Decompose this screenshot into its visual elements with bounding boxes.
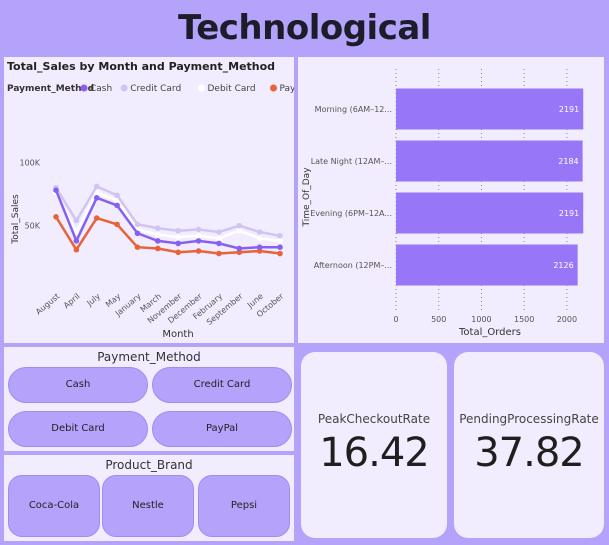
slicer-option-nestle[interactable]: Nestle (102, 475, 194, 537)
bar-chart-panel: 0 500 1000 1500 2000 2191 Morning (6AM–12... 21… (298, 57, 604, 343)
bar-value-label: 2126 (553, 261, 573, 270)
payment-method-slicer: Payment_Method Cash Credit Card Debit Ca… (4, 347, 294, 451)
slicer-option-paypal[interactable]: PayPal (152, 411, 292, 447)
data-point (134, 230, 141, 237)
x-tick-label: August (34, 292, 61, 317)
y-axis-title: Time_Of_Day (302, 167, 312, 228)
data-point (53, 214, 59, 220)
x-tick-label: 1000 (471, 315, 491, 324)
y-tick-label: 100K (19, 158, 40, 167)
y-tick-label: 50K (25, 222, 41, 231)
x-tick-label: April (62, 292, 82, 311)
data-point (175, 240, 181, 247)
y-tick-label: Morning (6AM–12... (315, 105, 392, 114)
data-point (93, 183, 100, 190)
x-tick-label: 1500 (514, 315, 534, 324)
card-label: PeakCheckoutRate (317, 412, 431, 426)
data-point (114, 202, 120, 209)
slicer-option-debit-card[interactable]: Debit Card (8, 411, 148, 447)
bar-value-label: 2191 (559, 105, 579, 114)
data-point (134, 244, 141, 250)
y-tick-label: Afternoon (12PM–... (314, 261, 392, 270)
data-point (175, 234, 181, 240)
bar-chart[interactable]: 0 500 1000 1500 2000 2191 Morning (6AM–12... 21… (298, 57, 604, 343)
legend-marker (120, 84, 128, 92)
legend-label: Cash (90, 84, 112, 94)
data-point (236, 227, 243, 234)
bar (396, 192, 584, 234)
page-title: Technological (178, 8, 431, 48)
data-point (73, 238, 80, 244)
data-point (175, 227, 181, 234)
data-point (114, 221, 120, 228)
data-point (216, 229, 222, 235)
data-point (53, 187, 59, 193)
slicer-option-coca-cola[interactable]: Coca-Cola (8, 475, 100, 537)
data-point (256, 235, 263, 242)
data-point (236, 245, 243, 252)
data-point (277, 244, 283, 250)
x-tick-label: 2000 (557, 315, 577, 324)
legend-marker (270, 84, 277, 92)
data-point (195, 238, 202, 244)
y-axis-title: Total_Sales (11, 194, 21, 245)
bar-value-label: 2184 (558, 157, 578, 166)
data-point (155, 245, 161, 252)
bar (396, 244, 578, 286)
data-point (216, 235, 222, 242)
data-point (195, 226, 202, 233)
y-tick-label: Evening (6PM–12A... (310, 209, 392, 218)
data-point (175, 249, 181, 256)
payment-slicer-title: Payment_Method (97, 350, 201, 364)
slicer-option-credit-card[interactable]: Credit Card (152, 367, 292, 403)
data-point (155, 238, 161, 244)
slicer-option-cash[interactable]: Cash (8, 367, 148, 403)
x-tick-label: 0 (393, 315, 398, 324)
card-value: 16.42 (319, 430, 430, 476)
data-point (155, 225, 161, 231)
data-point (277, 250, 283, 257)
data-point (216, 240, 222, 247)
data-point (236, 222, 243, 229)
data-point (195, 233, 202, 239)
x-axis-title: Month (162, 329, 193, 340)
brand-slicer-title: Product_Brand (105, 458, 193, 472)
pending-processing-rate-card: PendingProcessingRate 37.82 (454, 352, 604, 538)
data-point (114, 192, 120, 199)
legend-label: Credit Card (130, 84, 181, 94)
legend-label: PayPal (280, 84, 295, 94)
legend-label: Debit Card (208, 84, 256, 94)
line-chart-panel: Total_Sales by Month and Payment_Method … (4, 57, 294, 343)
data-point (216, 250, 222, 257)
data-point (134, 221, 141, 228)
data-point (277, 238, 283, 244)
x-axis-title: Total_Orders (458, 327, 521, 338)
card-label: PendingProcessingRate (459, 412, 599, 426)
data-point (195, 248, 202, 254)
data-point (155, 231, 161, 238)
legend-marker (80, 84, 88, 92)
data-point (73, 246, 80, 253)
x-tick-label: 500 (431, 315, 446, 324)
peak-checkout-rate-card: PeakCheckoutRate 16.42 (301, 352, 447, 538)
product-brand-slicer: Product_Brand Coca-Cola Nestle Pepsi (4, 455, 294, 541)
data-point (93, 215, 100, 221)
bar-value-label: 2191 (559, 209, 579, 218)
x-tick-label: July (84, 291, 102, 308)
legend-marker (198, 84, 205, 92)
slicer-option-pepsi[interactable]: Pepsi (198, 475, 290, 537)
data-point (93, 195, 100, 201)
data-point (256, 244, 263, 250)
bar (396, 88, 584, 130)
data-point (277, 233, 283, 239)
line-chart[interactable]: Payment_MethodCash Credit Card Debit Card P… (4, 57, 294, 343)
data-point (73, 217, 80, 224)
y-tick-label: Late Night (12AM–... (311, 157, 392, 166)
bar (396, 140, 583, 182)
card-value: 37.82 (474, 430, 585, 476)
data-point (256, 229, 263, 235)
